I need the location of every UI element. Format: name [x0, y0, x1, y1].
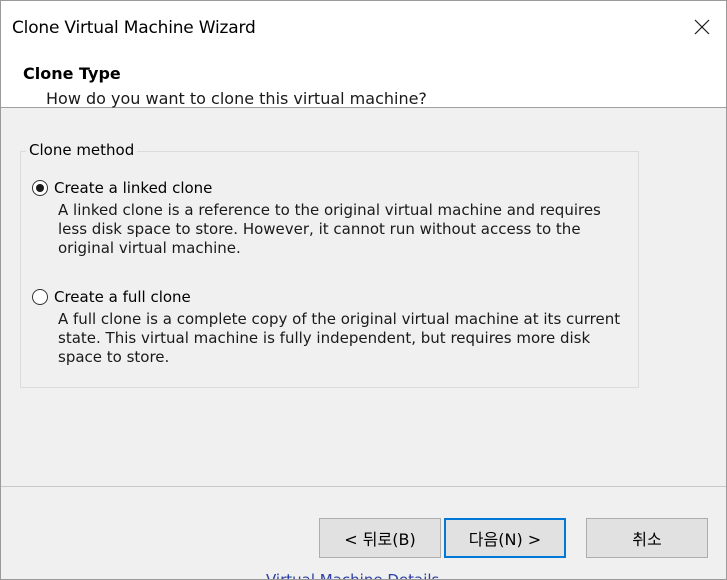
radio-button-unchecked[interactable]	[32, 289, 48, 305]
footer-divider	[1, 486, 726, 487]
background-window-text: Virtual Machine Details	[266, 571, 440, 580]
radio-dot	[36, 184, 44, 192]
page-subtitle: How do you want to clone this virtual ma…	[46, 89, 427, 108]
cancel-button[interactable]: 취소	[586, 518, 708, 558]
clone-wizard-dialog: Clone Virtual Machine Wizard Clone Type …	[0, 0, 727, 580]
clone-method-group-label: Clone method	[26, 141, 138, 159]
close-button[interactable]	[678, 1, 726, 53]
title-bar[interactable]: Clone Virtual Machine Wizard	[1, 1, 726, 55]
radio-linked-clone[interactable]: Create a linked clone	[32, 179, 212, 197]
radio-full-clone[interactable]: Create a full clone	[32, 288, 191, 306]
page-title: Clone Type	[23, 64, 121, 83]
back-button[interactable]: < 뒤로(B)	[319, 518, 441, 558]
linked-clone-description: A linked clone is a reference to the ori…	[58, 201, 601, 257]
linked-clone-label[interactable]: Create a linked clone	[54, 179, 212, 197]
full-clone-label[interactable]: Create a full clone	[54, 288, 191, 306]
wizard-header: Clone Type How do you want to clone this…	[1, 55, 726, 108]
radio-button-checked[interactable]	[32, 180, 48, 196]
close-icon	[694, 19, 710, 35]
next-button[interactable]: 다음(N) >	[444, 518, 566, 558]
full-clone-description: A full clone is a complete copy of the o…	[58, 310, 621, 366]
window-title: Clone Virtual Machine Wizard	[12, 18, 256, 38]
